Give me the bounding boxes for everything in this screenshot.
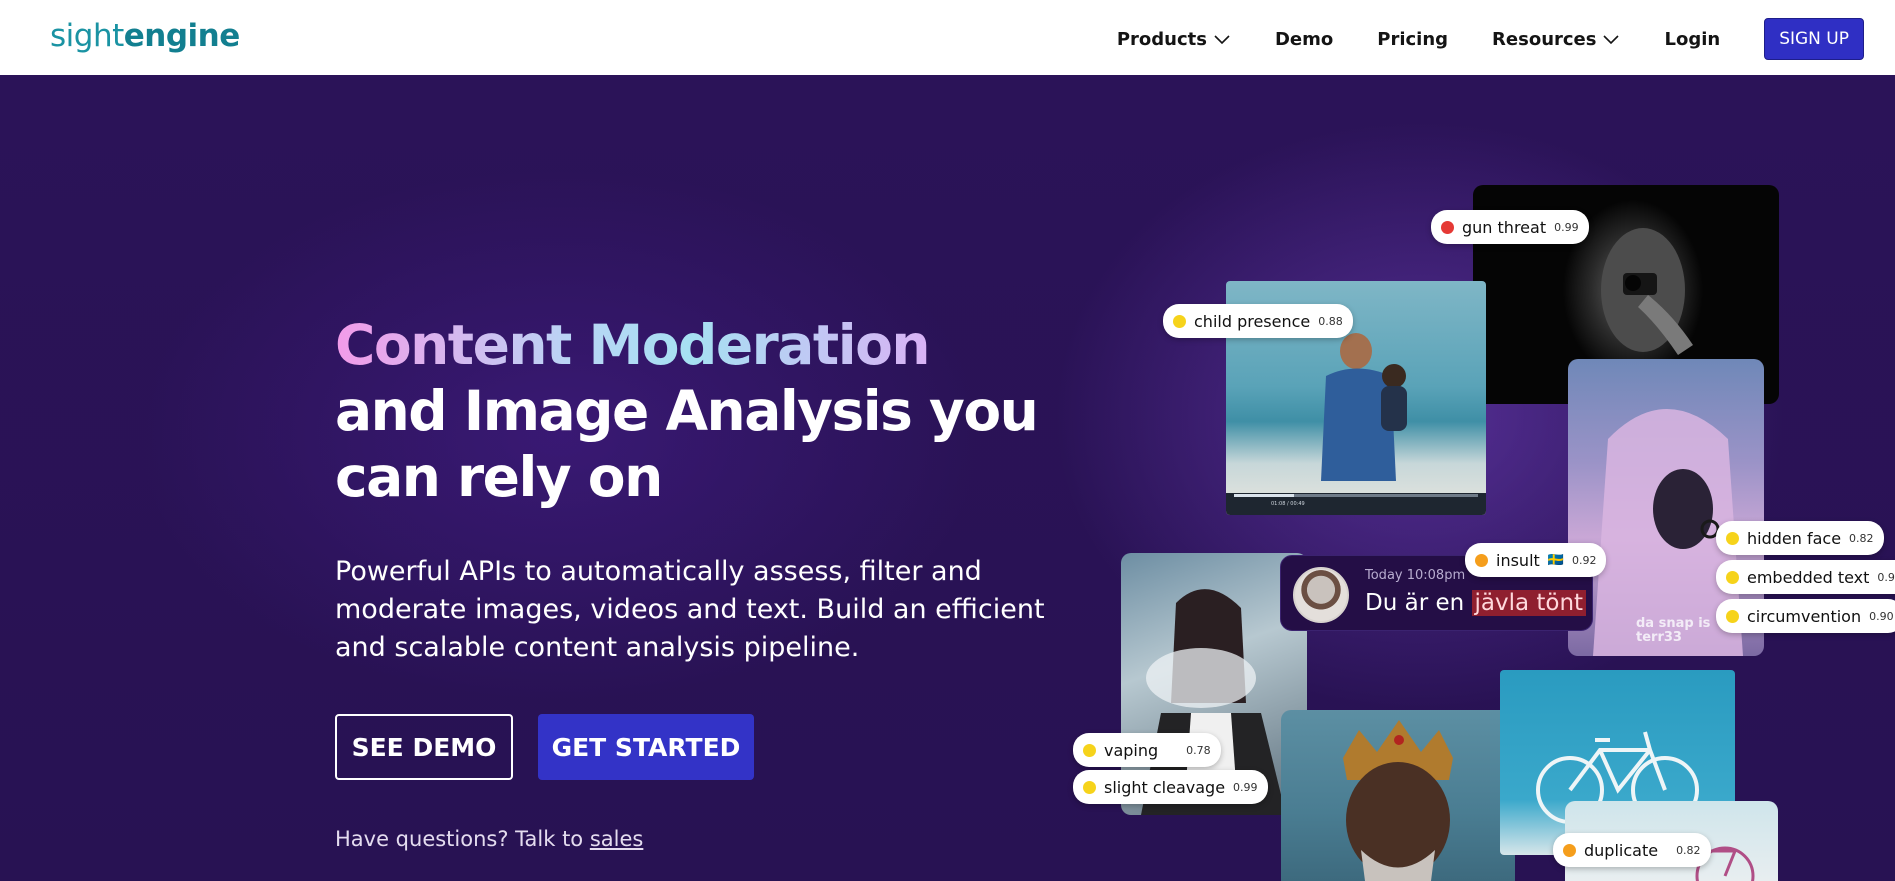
hoodie-embedded-text: da snap is terr33	[1636, 616, 1711, 645]
tag-gun-threat: gun threat 0.99	[1431, 210, 1589, 244]
king-graphic	[1343, 720, 1453, 881]
video-timestamp: 01:08 / 00:49	[1271, 501, 1305, 507]
tag-label: slight cleavage	[1104, 777, 1226, 797]
tag-score: 0.92	[1571, 553, 1597, 567]
king-portrait-image	[1281, 710, 1515, 881]
tag-label: gun threat	[1462, 217, 1547, 237]
chat-message-highlight: jävla tönt	[1471, 590, 1587, 616]
sweden-flag-icon: 🇸🇪	[1547, 552, 1564, 568]
signup-button[interactable]: SIGN UP	[1764, 18, 1864, 60]
tag-vaping: vaping 0.78	[1073, 733, 1221, 767]
status-dot-icon	[1083, 743, 1096, 757]
contact-line: Have questions? Talk to sales	[335, 827, 643, 851]
tag-hidden-face: hidden face 0.82	[1716, 521, 1884, 555]
chat-timestamp: Today 10:08pm	[1365, 568, 1466, 583]
tag-score: 0.91	[1877, 570, 1895, 584]
status-dot-icon	[1173, 314, 1186, 328]
status-dot-icon	[1441, 220, 1454, 234]
nav-login-label: Login	[1664, 28, 1721, 50]
nav-pricing-label: Pricing	[1377, 28, 1449, 50]
tag-score: 0.78	[1186, 743, 1211, 757]
sightengine-logo[interactable]: sightengine	[50, 18, 240, 54]
status-dot-icon	[1726, 609, 1739, 623]
contact-prefix: Have questions? Talk to	[335, 827, 590, 851]
tag-label: embedded text	[1747, 567, 1870, 587]
top-navbar: sightengine Products Demo Pricing Resour…	[0, 0, 1895, 75]
tag-score: 0.82	[1676, 843, 1701, 857]
nav-resources-label: Resources	[1492, 28, 1597, 50]
tag-label: vaping	[1104, 740, 1159, 760]
nav-products[interactable]: Products	[1117, 29, 1231, 50]
tag-label: hidden face	[1747, 528, 1842, 548]
status-dot-icon	[1726, 570, 1739, 584]
nav-products-label: Products	[1116, 28, 1207, 50]
nav-demo[interactable]: Demo	[1275, 29, 1333, 50]
tag-score: 0.99	[1554, 220, 1579, 234]
nav-login[interactable]: Login	[1664, 29, 1720, 50]
hero-subtitle: Powerful APIs to automatically assess, f…	[335, 556, 1045, 663]
tag-score: 0.82	[1849, 531, 1874, 545]
tag-duplicate: duplicate 0.82	[1553, 833, 1711, 867]
status-dot-icon	[1475, 553, 1488, 567]
logo-text-bold: engine	[123, 18, 241, 54]
tag-embedded-text: embedded text 0.91	[1716, 560, 1895, 594]
tag-score: 0.99	[1233, 780, 1258, 794]
tag-slight-cleavage: slight cleavage 0.99	[1073, 770, 1268, 804]
avatar	[1293, 567, 1349, 623]
tag-score: 0.90	[1869, 609, 1894, 623]
chevron-down-icon	[1603, 35, 1620, 45]
tag-circumvention: circumvention 0.90	[1716, 599, 1895, 633]
nav-resources[interactable]: Resources	[1492, 29, 1620, 50]
main-nav: Products Demo Pricing Resources Login SI…	[1117, 18, 1864, 60]
nav-pricing[interactable]: Pricing	[1377, 29, 1448, 50]
headline-gradient-text: Content Moderation	[335, 313, 931, 377]
status-dot-icon	[1726, 531, 1739, 545]
get-started-button[interactable]: GET STARTED	[538, 714, 754, 780]
status-dot-icon	[1563, 843, 1576, 857]
tag-child-presence: child presence 0.88	[1163, 304, 1353, 338]
sales-link[interactable]: sales	[590, 827, 644, 851]
tag-score: 0.88	[1318, 314, 1343, 328]
tag-label: insult	[1496, 550, 1540, 570]
tag-label: duplicate	[1584, 840, 1659, 860]
chevron-down-icon	[1214, 35, 1230, 45]
chat-message-text: Du är en	[1365, 590, 1472, 616]
tag-label: child presence	[1194, 311, 1311, 331]
tag-insult: insult 🇸🇪 0.92	[1465, 543, 1607, 577]
hero-headline: Content Moderation and Image Analysis yo…	[335, 312, 1055, 510]
headline-text: and Image Analysis you can rely on	[335, 379, 1039, 509]
tag-label: circumvention	[1747, 606, 1862, 626]
logo-text-light: sight	[50, 18, 124, 54]
nav-demo-label: Demo	[1274, 28, 1334, 50]
status-dot-icon	[1083, 780, 1096, 794]
see-demo-button[interactable]: SEE DEMO	[335, 714, 513, 780]
chat-message: Du är en jävla tönt	[1365, 590, 1587, 616]
